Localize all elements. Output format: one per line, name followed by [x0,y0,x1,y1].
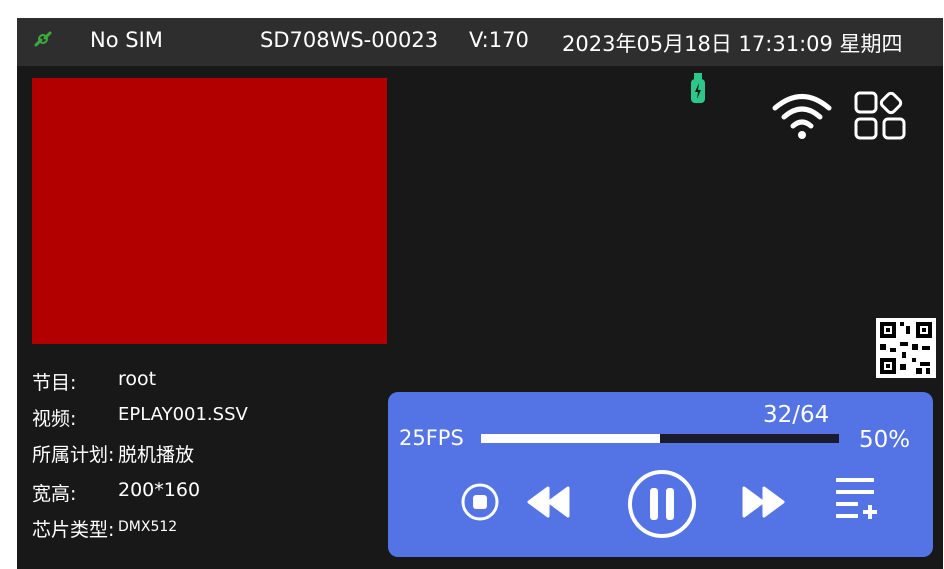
pause-button[interactable] [626,468,698,540]
usb-icon [691,73,705,103]
rewind-button[interactable] [526,484,572,520]
stop-button[interactable] [460,482,500,522]
info-value: 200*160 [118,479,201,501]
progress-fill [481,434,660,443]
fast-forward-button[interactable] [740,484,786,520]
qr-code-icon [876,318,936,378]
fps-label: 25FPS [399,426,464,450]
playlist-add-button[interactable] [834,476,878,526]
version-label: V:170 [469,28,529,52]
device-id: SD708WS-00023 [260,28,439,52]
info-value: EPLAY001.SSV [118,404,248,425]
info-label: 所属计划: [32,444,115,466]
info-value: 脱机播放 [118,444,195,466]
info-label: 视频: [32,408,77,430]
device-screen: No SIM SD708WS-00023 V:170 2023年05月18日 1… [17,18,943,569]
link-icon [34,31,52,47]
apps-grid-icon[interactable] [853,91,909,141]
sim-status: No SIM [90,28,163,52]
datetime: 2023年05月18日 17:31:09 星期四 [562,32,903,56]
status-bar: No SIM SD708WS-00023 V:170 2023年05月18日 1… [17,18,943,66]
progress-percent: 50% [859,427,911,453]
info-label: 芯片类型: [32,519,115,541]
info-label: 节目: [32,372,77,394]
info-value: DMX512 [118,519,178,535]
info-value: root [118,368,157,390]
program-preview [32,78,387,344]
progress-bar[interactable] [481,434,839,443]
info-label: 宽高: [32,483,77,505]
wifi-icon [772,94,832,139]
track-counter: 32/64 [763,402,830,428]
player-panel: 25FPS 32/64 50% [388,392,933,557]
